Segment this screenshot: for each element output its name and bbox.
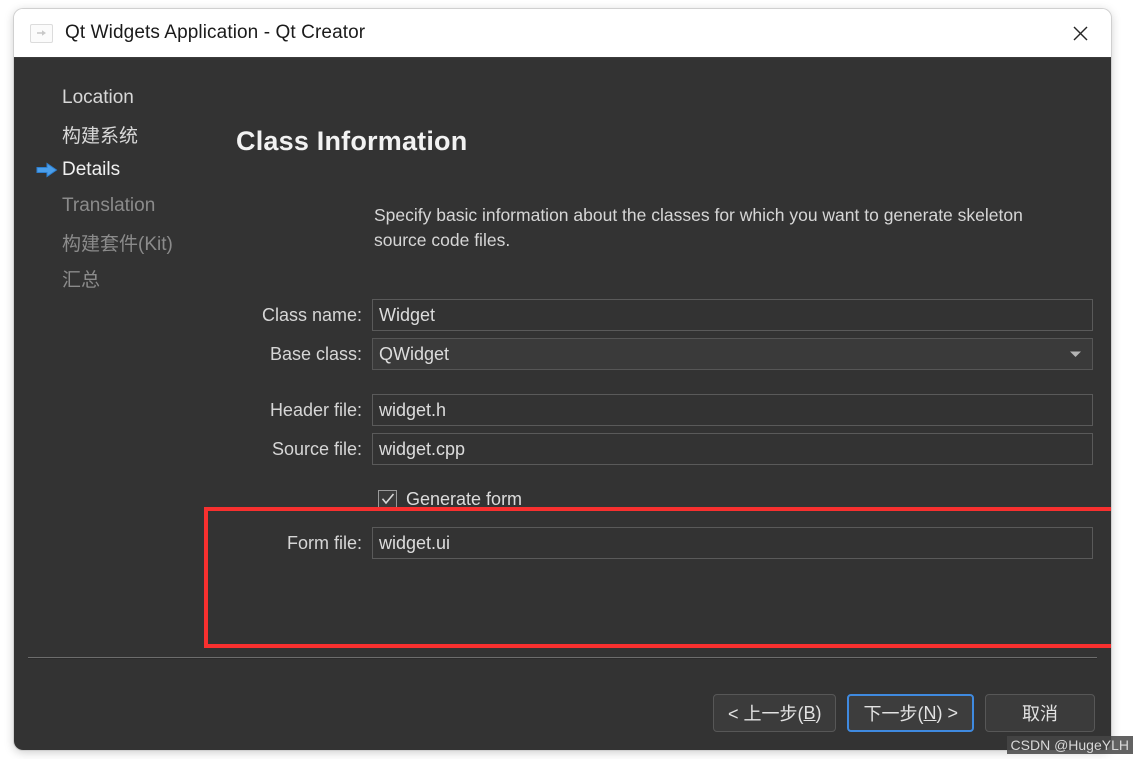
cancel-button[interactable]: 取消 bbox=[985, 694, 1095, 732]
generate-form-row: Generate form bbox=[232, 482, 1093, 516]
sidebar-item-summary[interactable]: 汇总 bbox=[14, 260, 232, 296]
dialog-body: Location 构建系统 Details Translation 构建套件(K… bbox=[14, 57, 1111, 750]
dialog-window: Qt Widgets Application - Qt Creator Loca… bbox=[14, 9, 1111, 750]
class-name-input[interactable] bbox=[372, 299, 1093, 331]
class-name-label: Class name: bbox=[261, 304, 362, 325]
sidebar-item-label: Translation bbox=[62, 195, 156, 216]
next-button[interactable]: 下一步(N) > bbox=[847, 694, 974, 732]
dialog-button-bar: < 上一步(B) 下一步(N) > 取消 bbox=[712, 694, 1095, 732]
source-file-row: Source file: bbox=[232, 432, 1093, 466]
form-file-label: Form file: bbox=[286, 532, 362, 553]
sidebar-item-label: 构建系统 bbox=[62, 125, 139, 147]
sidebar-item-build-system[interactable]: 构建系统 bbox=[14, 116, 232, 152]
source-file-input[interactable] bbox=[372, 433, 1093, 465]
sidebar-item-location[interactable]: Location bbox=[14, 80, 232, 116]
sidebar-item-translation[interactable]: Translation bbox=[14, 188, 232, 224]
form-file-row: Form file: bbox=[232, 526, 1093, 560]
class-information-form: Class name: Base class: QWidget bbox=[232, 298, 1093, 565]
base-class-row: Base class: QWidget bbox=[232, 337, 1093, 371]
sidebar-item-label: Location bbox=[62, 87, 134, 108]
sidebar-item-label: Details bbox=[62, 159, 121, 180]
header-file-input[interactable] bbox=[372, 394, 1093, 426]
back-button[interactable]: < 上一步(B) bbox=[712, 694, 837, 732]
sidebar-item-label: 构建套件(Kit) bbox=[62, 233, 173, 255]
sidebar-item-details[interactable]: Details bbox=[14, 152, 232, 188]
source-file-label: Source file: bbox=[271, 438, 362, 459]
sidebar-item-kit[interactable]: 构建套件(Kit) bbox=[14, 224, 232, 260]
qt-app-icon bbox=[30, 23, 53, 43]
page-title: Class Information bbox=[236, 126, 468, 156]
generate-form-checkbox[interactable] bbox=[378, 489, 397, 509]
footer-separator bbox=[28, 657, 1097, 658]
sidebar-item-label: 汇总 bbox=[62, 269, 101, 291]
close-icon[interactable] bbox=[1049, 9, 1111, 57]
base-class-value: QWidget bbox=[379, 344, 450, 364]
content-area: Class Information Specify basic informat… bbox=[232, 58, 1111, 750]
base-class-combobox[interactable]: QWidget bbox=[372, 338, 1093, 370]
header-file-label: Header file: bbox=[269, 399, 362, 420]
title-bar: Qt Widgets Application - Qt Creator bbox=[14, 9, 1111, 57]
generate-form-label: Generate form bbox=[406, 488, 523, 509]
form-file-input[interactable] bbox=[372, 527, 1093, 559]
class-name-row: Class name: bbox=[232, 298, 1093, 332]
base-class-label: Base class: bbox=[269, 343, 362, 364]
watermark: CSDN @HugeYLH bbox=[1006, 736, 1133, 754]
chevron-down-icon bbox=[1062, 340, 1088, 368]
current-step-arrow-icon bbox=[36, 162, 62, 178]
page-description: Specify basic information about the clas… bbox=[374, 205, 1023, 250]
wizard-step-list: Location 构建系统 Details Translation 构建套件(K… bbox=[14, 80, 232, 296]
header-file-row: Header file: bbox=[232, 393, 1093, 427]
window-title: Qt Widgets Application - Qt Creator bbox=[65, 22, 366, 43]
